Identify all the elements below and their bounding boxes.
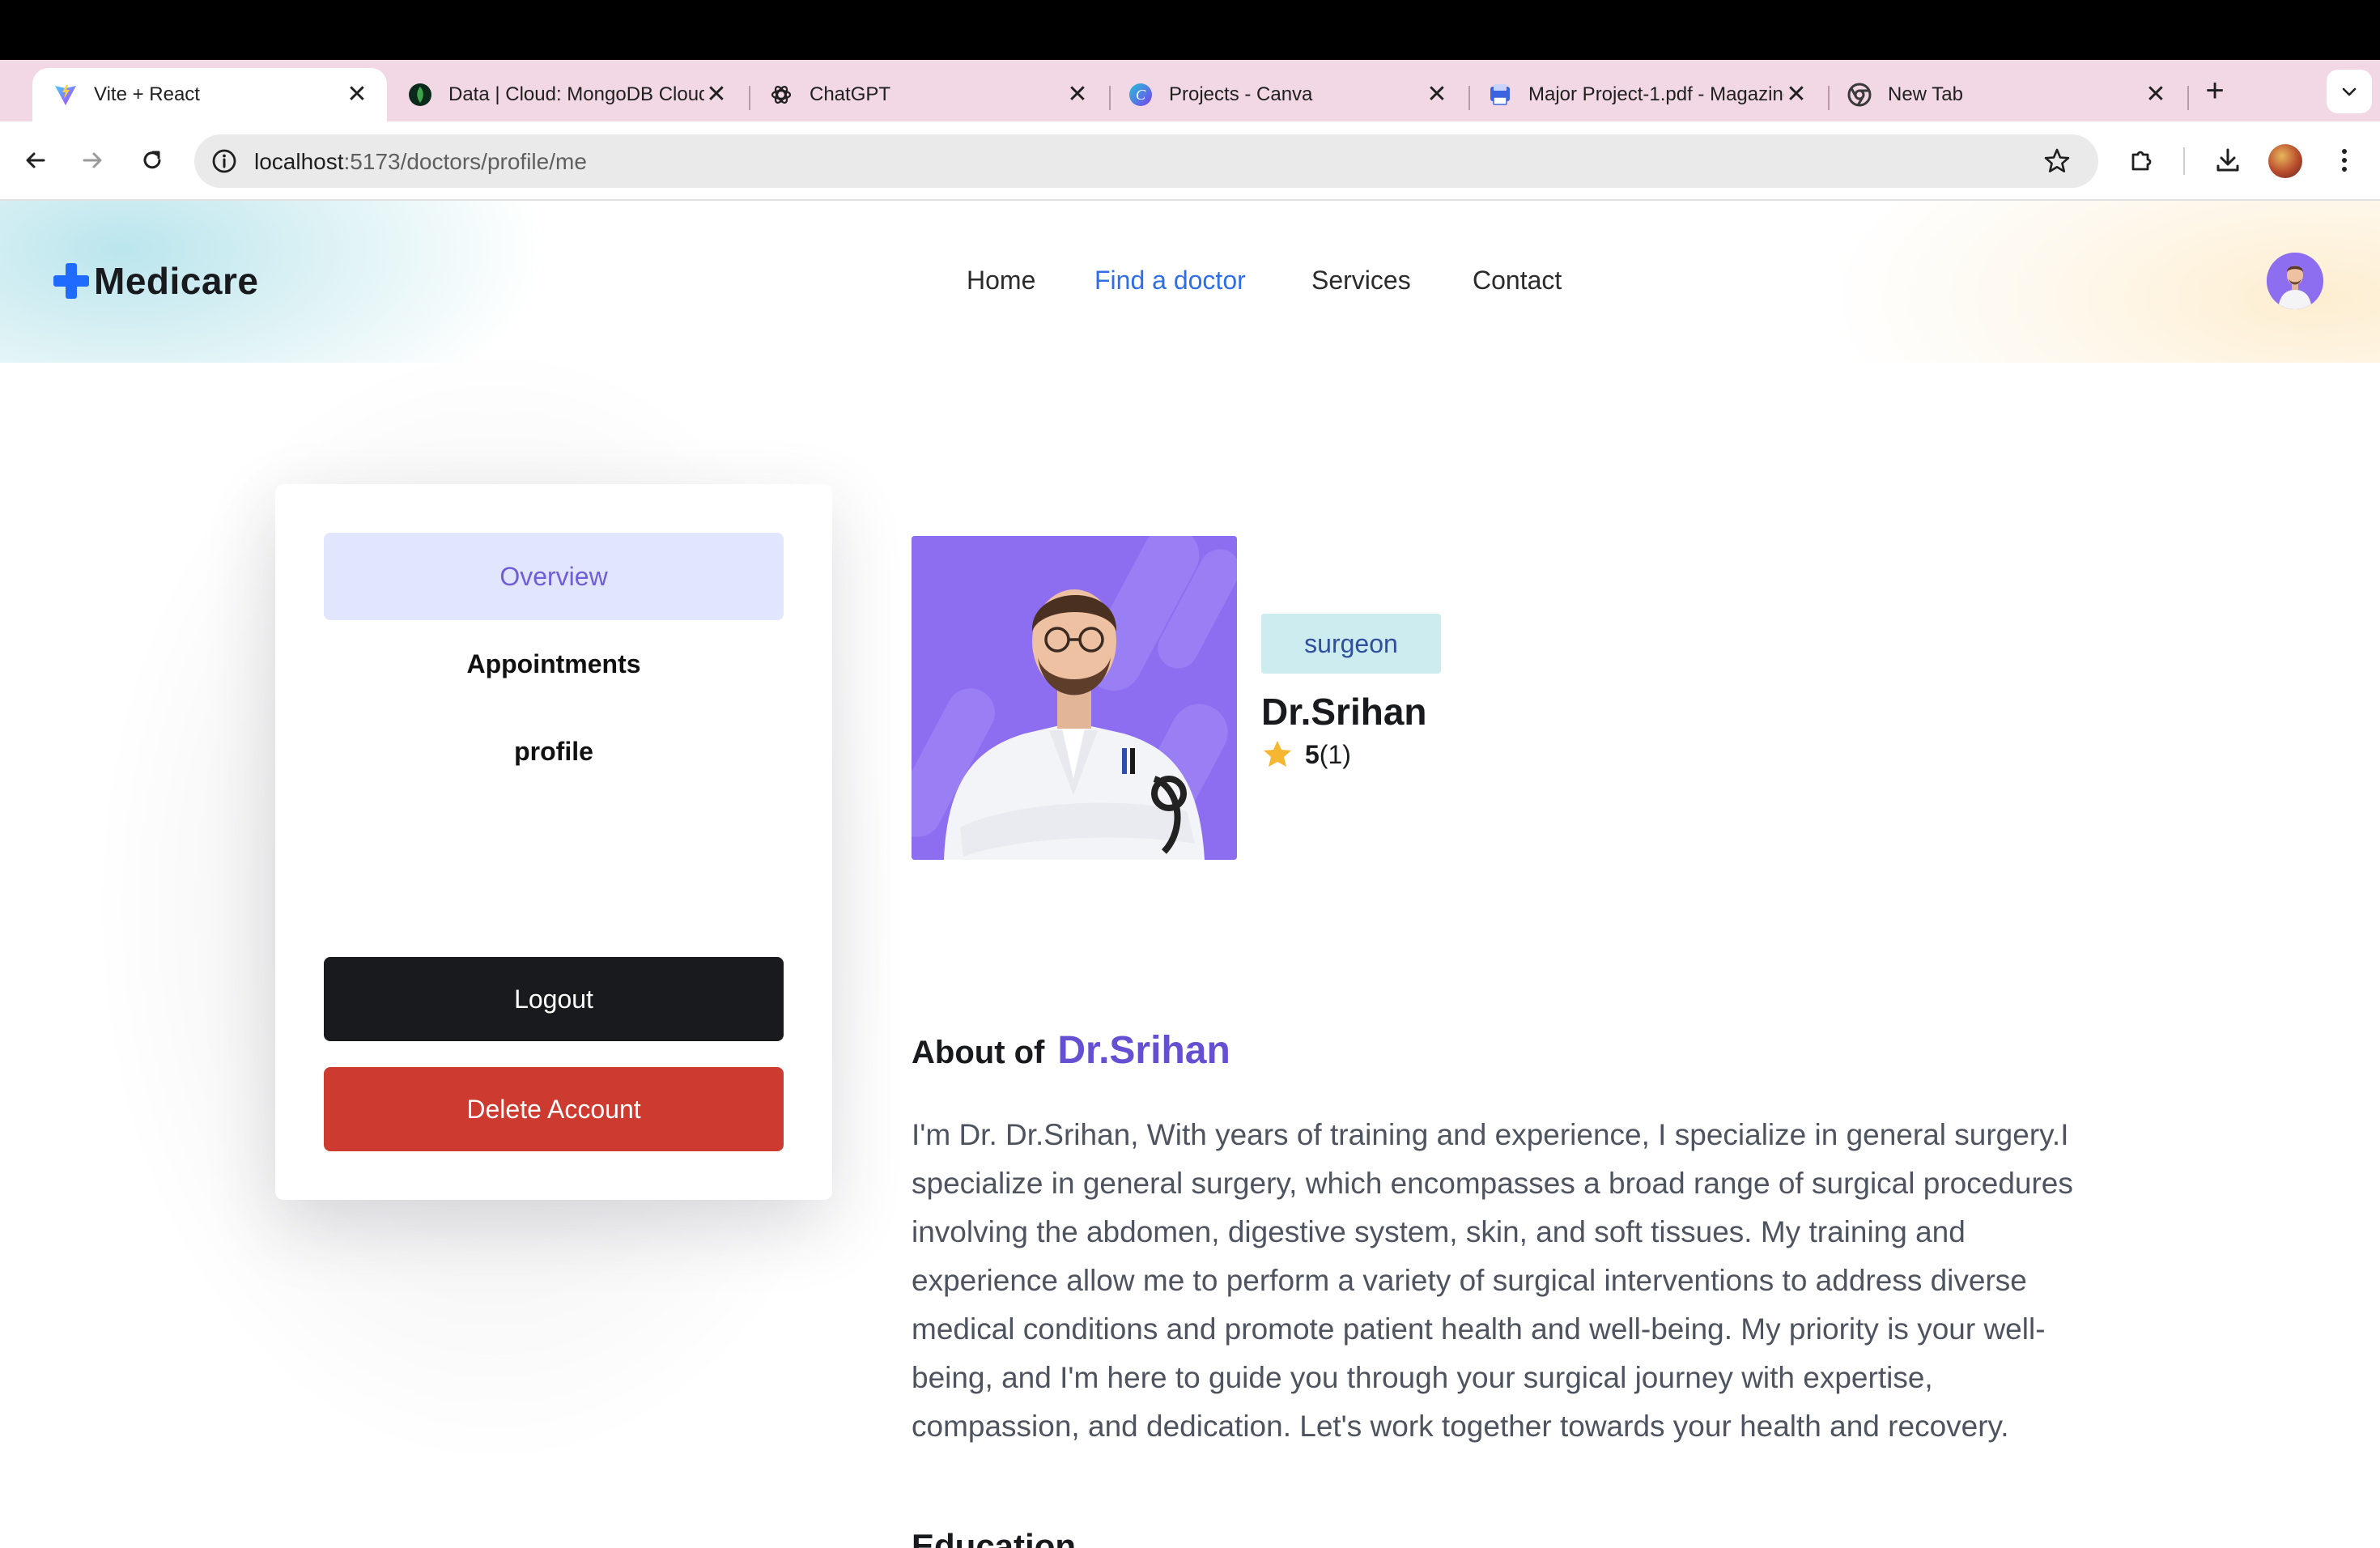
about-doctor-name: Dr.Srihan [1057,1029,1230,1072]
forward-button[interactable] [70,138,115,183]
mongodb-icon [408,83,432,107]
tab-title: New Tab [1888,83,1963,105]
nav-home[interactable]: Home [967,266,1035,296]
tab-overview[interactable]: Overview [324,533,784,620]
close-icon[interactable]: ✕ [1425,83,1449,107]
url-path: :5173/doctors/profile/me [343,149,587,174]
tab-title: ChatGPT [810,83,891,105]
chrome-icon [1847,83,1872,107]
toolbar-divider [2183,147,2185,175]
tab-strip: Vite + React ✕ Data | Cloud: MongoDB Clo… [0,60,2380,121]
doctor-name: Dr.Srihan [1261,691,1427,733]
doctor-avatar-image [2267,253,2323,309]
education-heading: Education [912,1527,1077,1548]
site-header: Medicare Home Find a doctor Services Con… [0,201,2380,363]
tab-pdf[interactable]: Major Project-1.pdf - Magazine ✕ [1467,68,1826,121]
about-heading: About of Dr.Srihan [912,1028,1230,1073]
reload-button[interactable] [130,138,175,183]
browser-menu-button[interactable] [2322,138,2367,183]
arrow-right-icon [83,152,102,168]
close-icon[interactable]: ✕ [1065,83,1090,107]
chatgpt-icon [769,83,793,107]
reload-icon [143,151,161,169]
tab-search-button[interactable] [2327,70,2372,113]
main-nav: Home Find a doctor Services Contact [0,266,2380,298]
canva-icon: C [1128,83,1153,107]
tab-vite-react[interactable]: Vite + React ✕ [32,68,387,121]
doctor-photo [912,536,1237,860]
address-bar[interactable]: localhost:5173/doctors/profile/me [194,134,2098,188]
tab-title: Major Project-1.pdf - Magazine [1528,83,1784,105]
pdf-icon [1488,83,1512,107]
user-avatar[interactable] [2267,253,2323,309]
dashboard-sidebar: Overview Appointments profile Logout Del… [275,484,832,1200]
puzzle-icon [2131,151,2152,171]
bookmark-star-icon[interactable] [2040,144,2074,178]
kebab-menu-icon [2342,149,2347,172]
browser-toolbar: localhost:5173/doctors/profile/me [0,121,2380,201]
chevron-down-icon [2342,87,2357,96]
url-host: localhost [254,149,344,174]
close-icon[interactable]: ✕ [2144,83,2168,107]
total-ratings: (1) [1319,739,1351,769]
site-info-icon[interactable] [207,144,241,178]
tab-appointments[interactable]: Appointments [324,620,784,708]
back-button[interactable] [13,138,58,183]
tab-title: Data | Cloud: MongoDB Cloud [448,83,704,105]
tab-mongodb[interactable]: Data | Cloud: MongoDB Cloud ✕ [387,68,746,121]
about-heading-prefix: About of [912,1035,1045,1070]
download-icon [2216,148,2239,172]
close-icon[interactable]: ✕ [704,83,729,107]
tab-chatgpt[interactable]: ChatGPT ✕ [748,68,1107,121]
svg-text:C: C [1136,87,1146,103]
arrow-left-icon [26,152,45,168]
nav-services[interactable]: Services [1311,266,1411,296]
nav-contact[interactable]: Contact [1473,266,1562,296]
browser-profile-avatar[interactable] [2268,144,2302,178]
url-text[interactable]: localhost:5173/doctors/profile/me [254,150,587,174]
logout-button[interactable]: Logout [324,957,784,1041]
new-tab-button[interactable]: + [2197,74,2233,110]
tab-title: Vite + React [94,83,200,105]
average-rating: 5 [1305,739,1320,769]
close-icon[interactable]: ✕ [1784,83,1808,107]
star-icon [1261,738,1294,771]
window-top-bar [0,0,2380,60]
doctor-rating: 5 (1) [1261,738,1351,771]
specialization-badge: surgeon [1261,614,1441,674]
close-icon[interactable]: ✕ [345,83,369,107]
tab-profile[interactable]: profile [324,708,784,795]
nav-find-a-doctor[interactable]: Find a doctor [1094,266,1246,296]
vite-icon [53,83,78,107]
tab-separator [2187,86,2189,110]
extensions-button[interactable] [2119,138,2165,183]
about-text: I'm Dr. Dr.Srihan, With years of trainin… [912,1118,2073,1443]
delete-account-button[interactable]: Delete Account [324,1067,784,1151]
tab-new-tab[interactable]: New Tab ✕ [1826,68,2186,121]
downloads-button[interactable] [2205,138,2250,183]
tab-canva[interactable]: C Projects - Canva ✕ [1107,68,1467,121]
tab-title: Projects - Canva [1169,83,1313,105]
